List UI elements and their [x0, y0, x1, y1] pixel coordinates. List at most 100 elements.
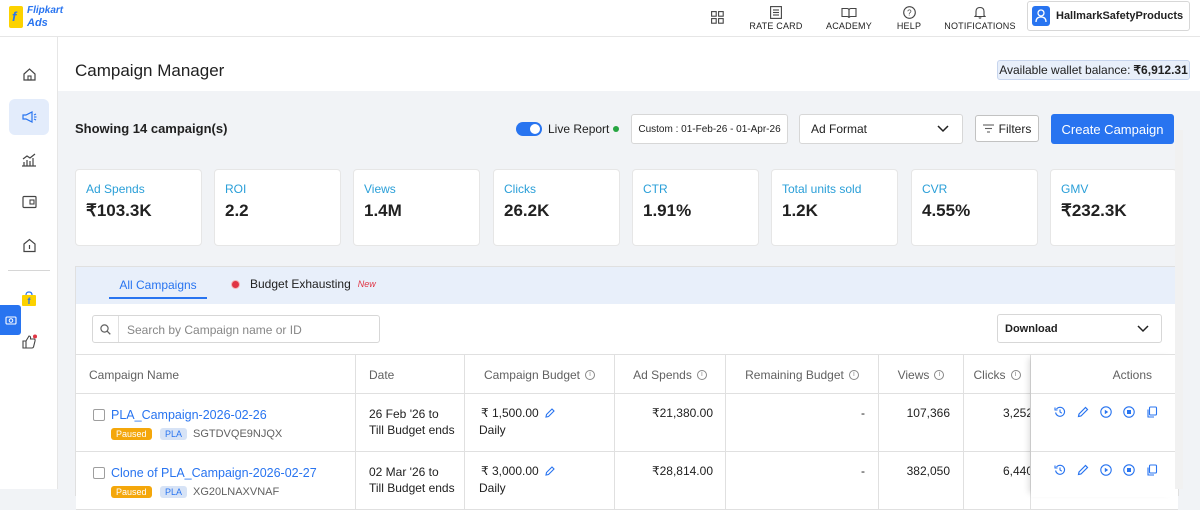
apps-grid-button[interactable] [706, 0, 728, 37]
campaign-name-link[interactable]: Clone of PLA_Campaign-2026-02-27 [111, 466, 317, 480]
campaign-tabs: All Campaigns Budget Exhausting New [76, 267, 1178, 304]
sidebar-item-reports[interactable] [14, 145, 44, 175]
avatar [1032, 6, 1050, 26]
ad-format-label: Ad Format [811, 122, 868, 136]
date-range-picker[interactable]: Custom : 01-Feb-26 - 01-Apr-26 [631, 114, 788, 144]
sidebar-item-home[interactable] [14, 59, 44, 89]
info-icon[interactable]: i [934, 369, 945, 380]
metric-card-ctr[interactable]: CTR 1.91% [632, 169, 759, 246]
search-input[interactable]: Search by Campaign name or ID [127, 323, 302, 337]
search-icon-box [93, 316, 119, 342]
cell-campaign: Clone of PLA_Campaign-2026-02-27 Paused … [76, 452, 356, 510]
col-clicks[interactable]: Clicks i [964, 355, 1031, 394]
cell-ad-spends: ₹21,380.00 [615, 394, 726, 452]
ad-spends-value: ₹28,814.00 [651, 464, 713, 478]
ad-format-select[interactable]: Ad Format [799, 114, 963, 144]
metric-value: 2.2 [225, 201, 249, 220]
col-date[interactable]: Date [356, 355, 465, 394]
metric-card-views[interactable]: Views 1.4M [353, 169, 480, 246]
campaign-name-link[interactable]: PLA_Campaign-2026-02-26 [111, 408, 267, 422]
logo-text-line2: Ads [27, 17, 48, 29]
metric-value: ₹232.3K [1061, 201, 1127, 220]
col-ad-spends[interactable]: Ad Spends i [615, 355, 726, 394]
info-icon[interactable]: i [1010, 369, 1021, 380]
campaign-search[interactable]: Search by Campaign name or ID [92, 315, 380, 343]
page-scrollbar[interactable] [1175, 130, 1183, 489]
academy-label: ACADEMY [826, 20, 872, 31]
rate-card-nav[interactable]: RATE CARD [748, 0, 804, 37]
col-views[interactable]: Views i [879, 355, 964, 394]
col-label: Ad Spends [633, 367, 692, 382]
cell-views: 107,366 [879, 394, 964, 452]
cell-remaining: - [726, 452, 879, 510]
camera-icon [4, 316, 17, 325]
tab-budget-exhausting[interactable]: Budget Exhausting New [231, 277, 376, 291]
live-report-toggle[interactable] [516, 122, 542, 136]
cell-clicks: 3,252 [964, 394, 1031, 452]
sidebar-divider [8, 270, 50, 271]
row-checkbox[interactable] [93, 467, 105, 479]
info-icon[interactable]: i [848, 369, 859, 380]
metric-card-cvr[interactable]: CVR 4.55% [911, 169, 1038, 246]
col-label: Clicks [973, 367, 1006, 382]
account-menu[interactable]: HallmarkSafetyProducts [1027, 1, 1190, 31]
chevron-down-icon [1137, 325, 1149, 333]
info-icon[interactable]: i [585, 369, 596, 380]
page-header: Campaign Manager Available wallet balanc… [58, 37, 1200, 91]
cell-remaining: - [726, 394, 879, 452]
home-icon [22, 67, 36, 81]
metric-card-units-sold[interactable]: Total units sold 1.2K [771, 169, 898, 246]
metric-value: ₹103.3K [86, 201, 152, 220]
notifications-label: NOTIFICATIONS [944, 21, 1016, 31]
notifications-nav[interactable]: NOTIFICATIONS [944, 0, 1016, 37]
play-icon[interactable] [1099, 463, 1112, 476]
edit-pencil-icon[interactable] [544, 408, 555, 418]
metric-value: 1.91% [643, 201, 692, 220]
sidebar-item-campaigns[interactable] [9, 99, 49, 135]
stop-icon[interactable] [1122, 405, 1135, 418]
play-icon[interactable] [1099, 405, 1112, 418]
sidebar-item-wallet[interactable] [14, 187, 44, 217]
copy-icon[interactable] [1145, 463, 1158, 476]
budget-amount: ₹ 3,000.00 [481, 464, 555, 478]
metric-card-gmv[interactable]: GMV ₹232.3K [1050, 169, 1177, 246]
row-checkbox[interactable] [93, 409, 105, 421]
metric-card-roi[interactable]: ROI 2.2 [214, 169, 341, 246]
wallet-balance: Available wallet balance: ₹6,912.31 [997, 60, 1190, 80]
copy-icon[interactable] [1145, 405, 1158, 418]
col-campaign-budget[interactable]: Campaign Budget i [465, 355, 615, 394]
download-select[interactable]: Download [997, 314, 1162, 343]
flipkart-ads-logo[interactable]: f Flipkart Ads [9, 4, 63, 32]
academy-nav[interactable]: ACADEMY [823, 0, 875, 37]
history-icon[interactable] [1053, 463, 1066, 476]
stop-icon[interactable] [1122, 463, 1135, 476]
metric-card-clicks[interactable]: Clicks 26.2K [493, 169, 620, 246]
megaphone-icon [21, 111, 36, 123]
search-icon [100, 323, 111, 335]
filters-button[interactable]: Filters [975, 115, 1039, 142]
tab-budget-label: Budget Exhausting [250, 277, 351, 291]
metric-label: Ad Spends [86, 182, 145, 196]
tab-all-campaigns[interactable]: All Campaigns [109, 278, 207, 299]
help-nav[interactable]: ? HELP [894, 0, 924, 37]
create-campaign-button[interactable]: Create Campaign [1051, 114, 1174, 144]
budget-type: Daily [479, 481, 506, 495]
budget-type: Daily [479, 423, 506, 437]
filter-icon [982, 124, 994, 133]
sidebar-item-feedback[interactable] [14, 327, 44, 357]
col-campaign-name[interactable]: Campaign Name [76, 355, 356, 394]
budget-value: ₹ 3,000.00 [481, 464, 539, 478]
cell-views: 382,050 [879, 452, 964, 510]
sidebar-item-store[interactable] [14, 230, 44, 260]
edit-icon[interactable] [1076, 405, 1089, 418]
history-icon[interactable] [1053, 405, 1066, 418]
edit-icon[interactable] [1076, 463, 1089, 476]
row-actions [1053, 405, 1158, 418]
edit-pencil-icon[interactable] [544, 466, 555, 476]
date-range-text: 02 Mar '26 to Till Budget ends [369, 464, 455, 496]
info-icon[interactable]: i [696, 369, 707, 380]
grid-icon [710, 11, 724, 24]
metric-label: ROI [225, 182, 247, 196]
metric-card-ad-spends[interactable]: Ad Spends ₹103.3K [75, 169, 202, 246]
col-remaining-budget[interactable]: Remaining Budget i [726, 355, 879, 394]
